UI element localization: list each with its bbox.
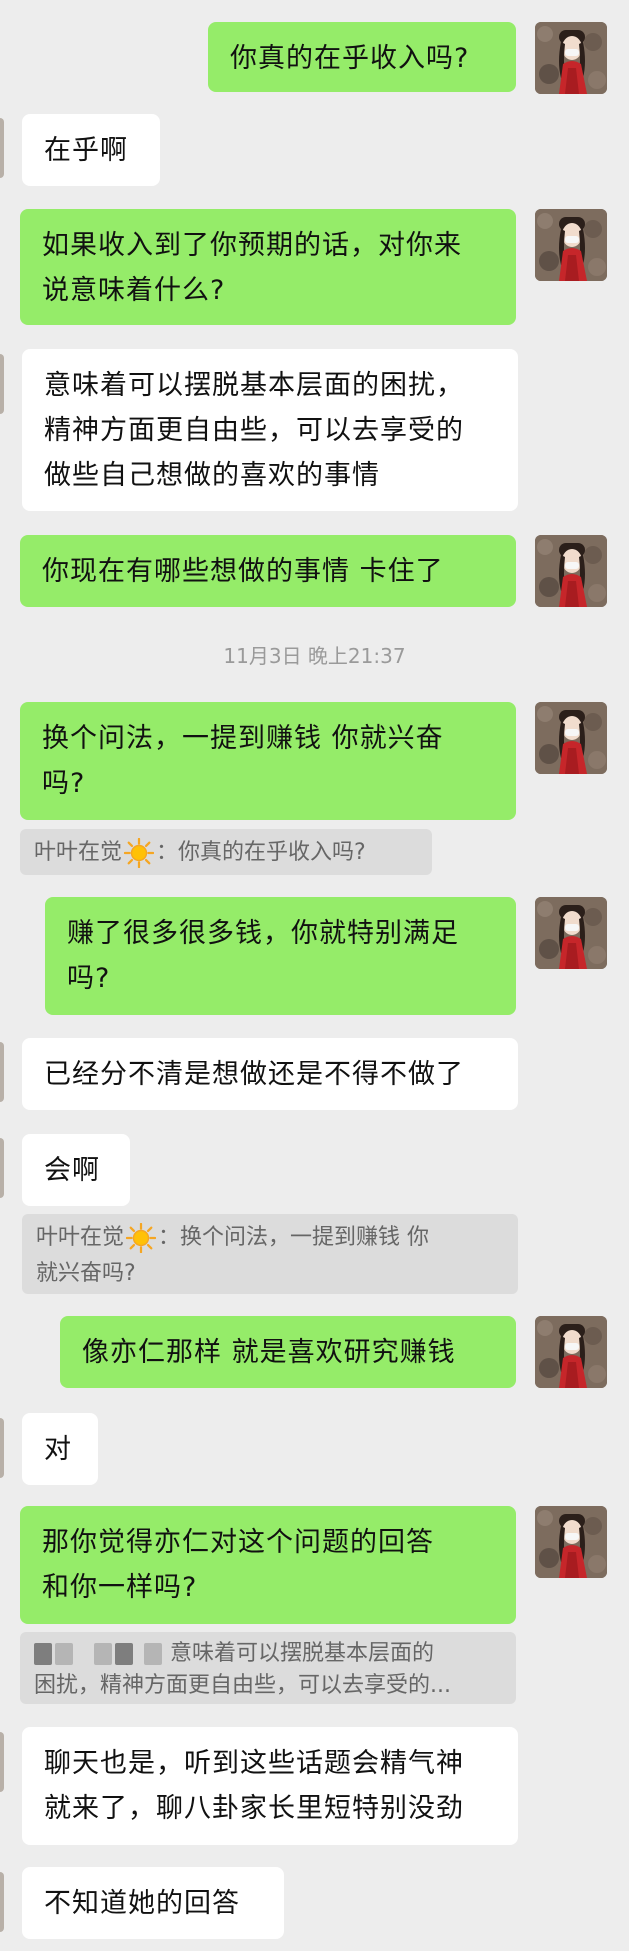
message-bubble-sent[interactable]: 赚了很多很多钱，你就特别满足 吗? bbox=[45, 897, 516, 1015]
quote-text: ：你真的在乎收入吗? bbox=[156, 840, 366, 865]
message-bubble-received[interactable]: 意味着可以摆脱基本层面的困扰， 精神方面更自由些，可以去享受的 做些自己想做的喜… bbox=[22, 349, 518, 511]
avatar-icon[interactable] bbox=[0, 1042, 4, 1102]
message-bubble-received[interactable]: 会啊 bbox=[22, 1134, 130, 1206]
avatar-icon[interactable] bbox=[0, 1732, 4, 1792]
quote-text: 困扰，精神方面更自由些，可以去享受的... bbox=[34, 1673, 451, 1698]
avatar-icon[interactable] bbox=[0, 1872, 4, 1932]
avatar-icon[interactable] bbox=[535, 1316, 607, 1388]
quoted-message[interactable]: 意味着可以摆脱基本层面的 困扰，精神方面更自由些，可以去享受的... bbox=[20, 1632, 516, 1704]
avatar-icon[interactable] bbox=[535, 1506, 607, 1578]
quote-text: 意味着可以摆脱基本层面的 bbox=[170, 1641, 435, 1666]
avatar-icon[interactable] bbox=[535, 702, 607, 774]
message-bubble-received[interactable]: 已经分不清是想做还是不得不做了 bbox=[22, 1038, 518, 1110]
message-bubble-sent[interactable]: 那你觉得亦仁对这个问题的回答 和你一样吗? bbox=[20, 1506, 516, 1624]
quoted-message[interactable]: 叶叶在觉 ：换个问法，一提到赚钱 你 就兴奋吗? bbox=[22, 1214, 518, 1294]
quote-text: 就兴奋吗? bbox=[36, 1261, 136, 1286]
message-bubble-sent[interactable]: 如果收入到了你预期的话，对你来 说意味着什么? bbox=[20, 209, 516, 325]
message-bubble-received[interactable]: 在乎啊 bbox=[22, 114, 160, 186]
quote-text: ：换个问法，一提到赚钱 你 bbox=[158, 1225, 430, 1250]
message-bubble-sent[interactable]: 像亦仁那样 就是喜欢研究赚钱 bbox=[60, 1316, 516, 1388]
avatar-icon[interactable] bbox=[0, 1418, 4, 1478]
message-bubble-received[interactable]: 对 bbox=[22, 1413, 98, 1485]
quoted-message[interactable]: 叶叶在觉 ：你真的在乎收入吗? bbox=[20, 829, 432, 875]
message-bubble-sent[interactable]: 你现在有哪些想做的事情 卡住了 bbox=[20, 535, 516, 607]
quote-sender: 叶叶在觉 bbox=[36, 1225, 125, 1250]
avatar-icon[interactable] bbox=[0, 118, 4, 178]
redacted-name bbox=[94, 1643, 112, 1665]
message-bubble-sent[interactable]: 换个问法，一提到赚钱 你就兴奋 吗? bbox=[20, 702, 516, 820]
redacted-name bbox=[34, 1643, 52, 1665]
avatar-icon[interactable] bbox=[0, 354, 4, 414]
avatar-icon[interactable] bbox=[535, 897, 607, 969]
avatar-icon[interactable] bbox=[535, 535, 607, 607]
timestamp: 11月3日 晚上21:37 bbox=[223, 644, 406, 668]
avatar-icon[interactable] bbox=[535, 209, 607, 281]
message-bubble-sent[interactable]: 你真的在乎收入吗? bbox=[208, 22, 516, 92]
avatar-icon[interactable] bbox=[535, 22, 607, 94]
redacted-name bbox=[115, 1643, 133, 1665]
redacted-name bbox=[144, 1643, 162, 1665]
avatar-icon[interactable] bbox=[0, 1138, 4, 1198]
sun-emoji-icon bbox=[124, 838, 154, 868]
message-bubble-received[interactable]: 不知道她的回答 bbox=[22, 1867, 284, 1939]
quote-sender: 叶叶在觉 bbox=[34, 840, 123, 865]
sun-emoji-icon bbox=[126, 1223, 156, 1253]
message-bubble-received[interactable]: 聊天也是，听到这些话题会精气神 就来了，聊八卦家长里短特别没劲 bbox=[22, 1727, 518, 1845]
redacted-name bbox=[55, 1643, 73, 1665]
